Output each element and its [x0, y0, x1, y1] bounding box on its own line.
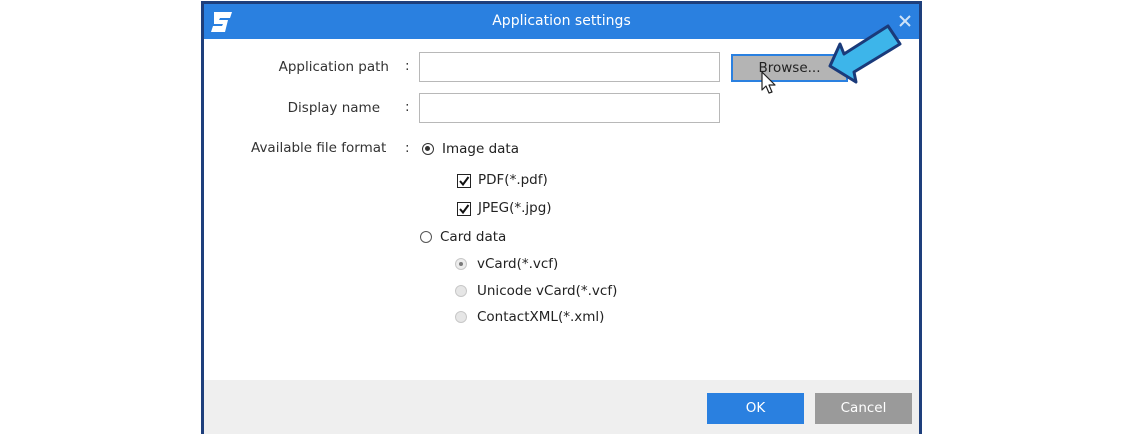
vcard-radio: [455, 258, 467, 270]
pdf-checkbox[interactable]: [457, 174, 471, 188]
vcard-label: vCard(*.vcf): [477, 256, 559, 272]
jpeg-checkbox[interactable]: [457, 202, 471, 216]
application-path-input[interactable]: [419, 52, 720, 82]
checkmark-icon: [459, 176, 470, 187]
application-settings-dialog: Application settings Application path : …: [201, 1, 922, 434]
pdf-label: PDF(*.pdf): [478, 172, 548, 188]
contactxml-radio: [455, 311, 467, 323]
card-data-radio[interactable]: [420, 231, 432, 243]
image-data-label: Image data: [442, 141, 519, 157]
colon: :: [405, 99, 410, 115]
unicode-vcard-label: Unicode vCard(*.vcf): [477, 283, 618, 299]
unicode-vcard-radio: [455, 285, 467, 297]
image-data-radio[interactable]: [422, 143, 434, 155]
colon: :: [405, 58, 410, 74]
title-bar: Application settings: [204, 4, 919, 39]
display-name-label: Display name: [287, 100, 380, 116]
contactxml-label: ContactXML(*.xml): [477, 309, 605, 325]
mouse-cursor-icon: [761, 71, 776, 94]
jpeg-label: JPEG(*.jpg): [478, 200, 552, 216]
application-path-label: Application path: [278, 59, 389, 75]
card-data-label: Card data: [440, 229, 507, 245]
available-file-format-label: Available file format: [251, 140, 387, 156]
dialog-footer: [204, 380, 919, 434]
display-name-input[interactable]: [419, 93, 720, 123]
pointer-arrow-icon: [828, 24, 902, 84]
dialog-title: Application settings: [492, 13, 631, 29]
cancel-button[interactable]: Cancel: [815, 393, 912, 424]
ok-button[interactable]: OK: [707, 393, 804, 424]
colon: :: [405, 140, 410, 156]
checkmark-icon: [459, 204, 470, 215]
